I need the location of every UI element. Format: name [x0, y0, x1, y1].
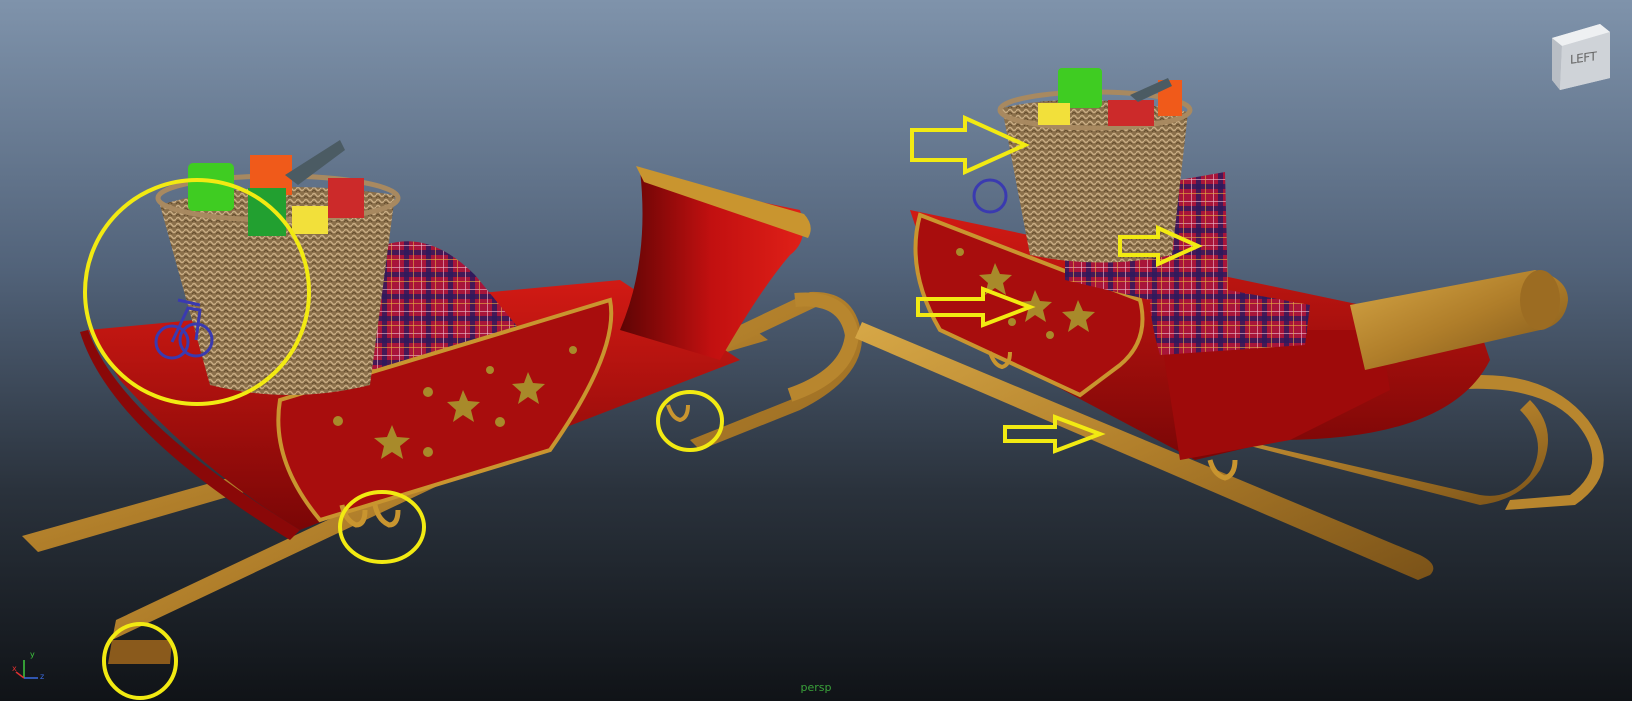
axis-x-label: x [12, 664, 17, 673]
camera-name-label: persp [800, 681, 832, 694]
axis-y-label: y [30, 650, 35, 659]
right-sleigh-model[interactable] [855, 68, 1604, 580]
scene-render [22, 68, 1604, 700]
axis-z-label: z [40, 672, 45, 681]
view-cube[interactable]: LEFT [1548, 20, 1626, 90]
left-sleigh-model[interactable] [22, 140, 862, 664]
maya-perspective-viewport[interactable]: LEFT y x z persp [0, 0, 1632, 701]
annotation-circle-front-support [656, 390, 724, 452]
